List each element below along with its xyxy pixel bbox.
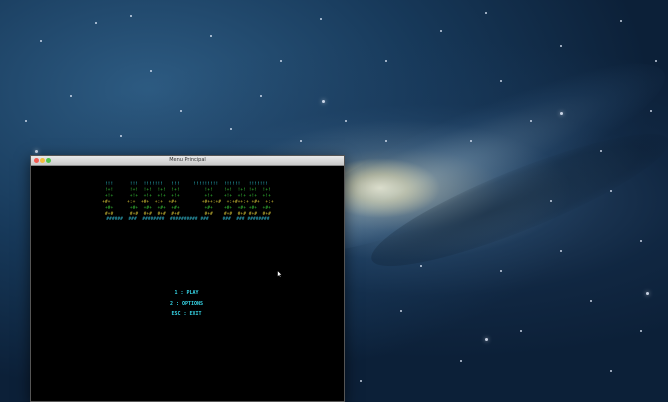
star bbox=[180, 110, 182, 112]
star bbox=[420, 265, 422, 267]
bright-star bbox=[35, 150, 38, 153]
star bbox=[130, 15, 132, 17]
menu-item-play[interactable]: 1 : PLAY bbox=[31, 290, 342, 296]
star bbox=[320, 18, 322, 20]
star bbox=[260, 95, 262, 97]
star bbox=[230, 128, 232, 130]
menu-item-options[interactable]: 2 : OPTIONS bbox=[31, 301, 342, 307]
star bbox=[25, 120, 27, 122]
star bbox=[70, 95, 72, 97]
star bbox=[460, 360, 462, 362]
star bbox=[640, 240, 642, 242]
star bbox=[520, 330, 522, 332]
star bbox=[500, 80, 502, 82]
game-window[interactable]: Menu Principal !!! !!! !!!!!!! !!! !!!!!… bbox=[30, 155, 345, 402]
bright-star bbox=[560, 112, 563, 115]
star bbox=[470, 140, 472, 142]
game-logo: !!! !!! !!!!!!! !!! !!!!!!!!! !!!!!! !!!… bbox=[31, 182, 342, 223]
bright-star bbox=[485, 338, 488, 341]
star bbox=[360, 380, 362, 382]
star bbox=[650, 110, 652, 112]
star bbox=[40, 40, 42, 42]
star bbox=[300, 140, 302, 142]
star bbox=[620, 20, 622, 22]
star bbox=[500, 270, 502, 272]
star bbox=[210, 35, 212, 37]
star bbox=[280, 60, 282, 62]
menu-item-exit[interactable]: ESC : EXIT bbox=[31, 311, 342, 317]
star bbox=[150, 70, 152, 72]
star bbox=[95, 22, 97, 24]
star bbox=[385, 60, 387, 62]
bright-star bbox=[646, 292, 649, 295]
star bbox=[550, 200, 552, 202]
bright-star bbox=[322, 100, 325, 103]
window-title: Menu Principal bbox=[169, 157, 206, 163]
star bbox=[610, 370, 612, 372]
star bbox=[560, 45, 562, 47]
logo-row: ###### ### ######## ########## ### ### #… bbox=[100, 217, 273, 223]
star bbox=[120, 135, 122, 137]
game-canvas[interactable]: !!! !!! !!!!!!! !!! !!!!!!!!! !!!!!! !!!… bbox=[31, 166, 344, 401]
star bbox=[440, 30, 442, 32]
star bbox=[655, 60, 657, 62]
star bbox=[610, 190, 612, 192]
star bbox=[400, 310, 402, 312]
star bbox=[530, 120, 532, 122]
star bbox=[560, 250, 562, 252]
star bbox=[590, 300, 592, 302]
star bbox=[385, 140, 387, 142]
star bbox=[345, 120, 347, 122]
star bbox=[640, 330, 642, 332]
star bbox=[485, 12, 487, 14]
star bbox=[600, 150, 602, 152]
window-titlebar[interactable]: Menu Principal bbox=[31, 156, 344, 166]
